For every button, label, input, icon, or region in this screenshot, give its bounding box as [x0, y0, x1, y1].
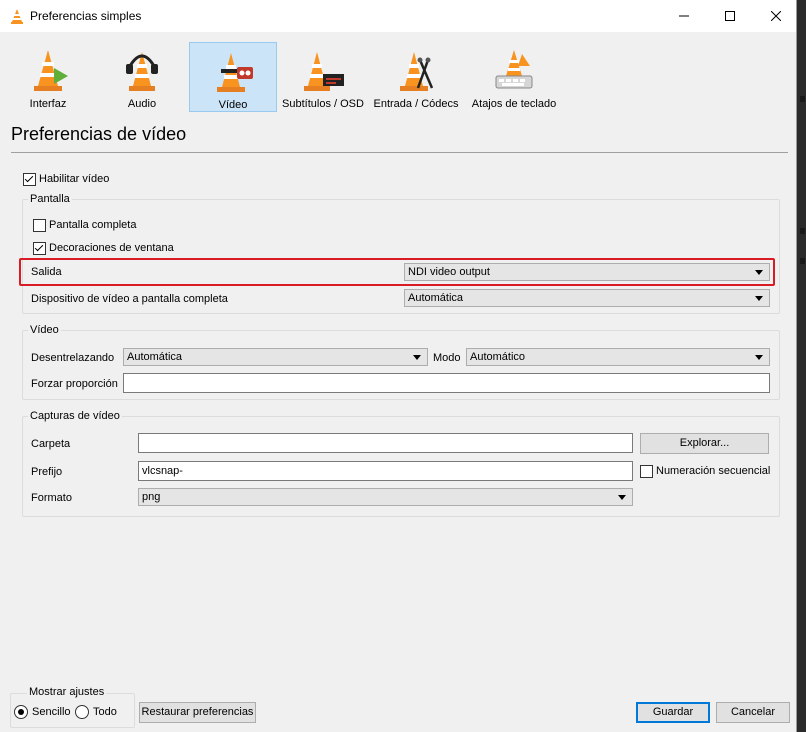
minimize-icon — [679, 15, 689, 17]
close-button[interactable] — [753, 0, 799, 32]
video-group-title: Vídeo — [28, 324, 61, 336]
format-label: Formato — [31, 492, 72, 504]
fullscreen-device-value: Automática — [408, 292, 464, 304]
subtitles-cone-icon — [304, 52, 344, 91]
simple-radio[interactable] — [14, 705, 28, 719]
sequential-numbering-label: Numeración secuencial — [656, 465, 771, 477]
window-decorations-checkbox[interactable] — [33, 242, 46, 255]
output-highlight-box — [19, 258, 775, 286]
aspect-ratio-label: Forzar proporción — [31, 378, 118, 390]
preferences-window: Preferencias simples Interfaz Audio Víde… — [0, 0, 797, 732]
hotkeys-cone-icon — [495, 50, 533, 89]
reset-preferences-button[interactable]: Restaurar preferencias — [139, 702, 256, 723]
background-mark — [800, 96, 805, 102]
all-radio[interactable] — [75, 705, 89, 719]
prefix-label: Prefijo — [31, 466, 63, 478]
save-button[interactable]: Guardar — [636, 702, 710, 723]
category-toolbar: Interfaz Audio Vídeo Subtítulos / OSD En… — [0, 32, 796, 114]
window-decorations-label: Decoraciones de ventana — [49, 242, 174, 254]
folder-input[interactable] — [138, 433, 633, 453]
chevron-down-icon — [755, 296, 763, 301]
window-title: Preferencias simples — [30, 9, 142, 23]
chevron-down-icon — [755, 355, 763, 360]
enable-video-checkbox[interactable] — [23, 173, 36, 186]
tab-audio[interactable]: Audio — [102, 42, 182, 112]
format-select[interactable]: png — [138, 488, 633, 506]
cancel-button[interactable]: Cancelar — [716, 702, 790, 723]
background-mark — [800, 228, 805, 234]
video-cone-icon — [217, 53, 253, 92]
pantalla-group-title: Pantalla — [28, 193, 72, 205]
background-strip — [797, 0, 806, 732]
tab-entrada-codecs[interactable]: Entrada / Códecs — [370, 42, 462, 112]
deinterlace-value: Automática — [127, 351, 183, 363]
title-bar: Preferencias simples — [0, 0, 796, 32]
close-icon — [771, 11, 781, 21]
sequential-numbering-checkbox[interactable] — [640, 465, 653, 478]
prefix-input[interactable]: vlcsnap- — [138, 461, 633, 481]
fullscreen-label: Pantalla completa — [49, 219, 137, 231]
aspect-ratio-input[interactable] — [123, 373, 770, 393]
deinterlace-label: Desentrelazando — [31, 352, 115, 364]
maximize-icon — [725, 11, 735, 21]
deinterlace-select[interactable]: Automática — [123, 348, 428, 366]
show-settings-title: Mostrar ajustes — [27, 686, 107, 698]
chevron-down-icon — [413, 355, 421, 360]
tab-atajos-teclado[interactable]: Atajos de teclado — [468, 42, 560, 112]
all-radio-label: Todo — [93, 706, 117, 718]
tab-video[interactable]: Vídeo — [189, 42, 277, 112]
interface-cone-icon — [34, 50, 68, 91]
vlc-cone-icon — [11, 9, 23, 24]
mode-select[interactable]: Automático — [466, 348, 770, 366]
fullscreen-checkbox[interactable] — [33, 219, 46, 232]
tab-subtitulos-osd[interactable]: Subtítulos / OSD — [280, 42, 366, 112]
heading-divider — [11, 152, 788, 153]
audio-headphones-cone-icon — [126, 52, 158, 91]
maximize-button[interactable] — [707, 0, 753, 32]
mode-value: Automático — [470, 351, 526, 363]
chevron-down-icon — [618, 495, 626, 500]
page-title: Preferencias de vídeo — [11, 124, 187, 144]
folder-label: Carpeta — [31, 438, 71, 450]
simple-radio-label: Sencillo — [32, 706, 71, 718]
minimize-button[interactable] — [661, 0, 707, 32]
tab-interfaz[interactable]: Interfaz — [8, 42, 88, 112]
mode-label: Modo — [433, 352, 461, 364]
browse-button[interactable]: Explorar... — [640, 433, 769, 454]
fullscreen-device-select[interactable]: Automática — [404, 289, 770, 307]
snapshots-group-title: Capturas de vídeo — [28, 410, 122, 422]
input-codecs-cone-icon — [400, 52, 434, 91]
format-value: png — [142, 491, 161, 503]
enable-video-label: Habilitar vídeo — [39, 173, 110, 185]
fullscreen-device-label: Dispositivo de vídeo a pantalla completa — [31, 293, 228, 305]
background-mark — [800, 258, 805, 264]
